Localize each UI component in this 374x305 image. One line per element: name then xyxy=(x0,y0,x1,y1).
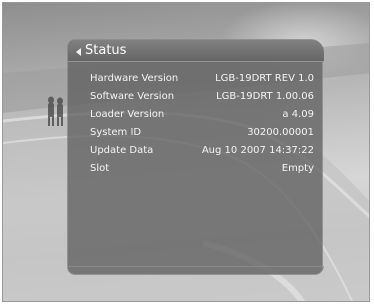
row-value: LGB-19DRT 1.00.06 xyxy=(216,91,314,102)
row-label: System ID xyxy=(90,127,142,138)
status-row-slot: Slot Empty xyxy=(90,160,314,178)
status-row-hardware-version: Hardware Version LGB-19DRT REV 1.0 xyxy=(90,70,314,88)
row-label: Software Version xyxy=(90,91,175,102)
status-list: Hardware Version LGB-19DRT REV 1.0 Softw… xyxy=(90,70,314,178)
status-panel: Status Hardware Version LGB-19DRT REV 1.… xyxy=(67,39,324,275)
status-row-system-id: System ID 30200.00001 xyxy=(90,124,314,142)
status-row-loader-version: Loader Version a 4.09 xyxy=(90,106,314,124)
row-label: Update Data xyxy=(90,145,154,156)
row-label: Hardware Version xyxy=(90,73,179,84)
panel-footer xyxy=(68,266,324,274)
status-row-software-version: Software Version LGB-19DRT 1.00.06 xyxy=(90,88,314,106)
row-label: Loader Version xyxy=(90,109,165,120)
row-value: LGB-19DRT REV 1.0 xyxy=(215,73,314,84)
panel-title: Status xyxy=(85,43,127,58)
tv-screen: Status Hardware Version LGB-19DRT REV 1.… xyxy=(2,2,370,302)
row-value: Aug 10 2007 14:37:22 xyxy=(201,145,314,156)
row-label: Slot xyxy=(90,163,110,174)
panel-header: Status xyxy=(68,40,324,62)
row-value: 30200.00001 xyxy=(247,127,314,138)
back-arrow-icon[interactable] xyxy=(76,48,81,56)
status-row-update-data: Update Data Aug 10 2007 14:37:22 xyxy=(90,142,314,160)
row-value: a 4.09 xyxy=(282,109,314,120)
row-value: Empty xyxy=(281,163,314,174)
